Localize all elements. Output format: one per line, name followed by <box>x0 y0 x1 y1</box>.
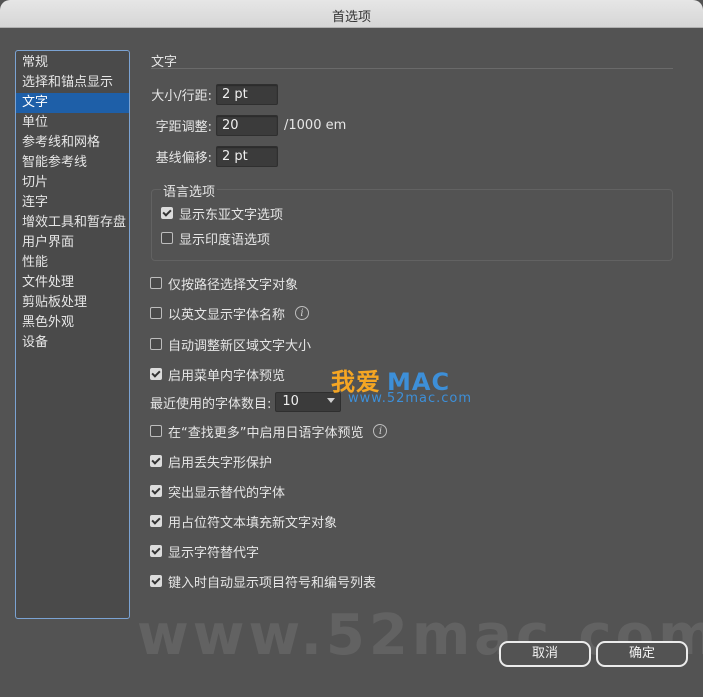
sidebar-item-plugins-scratch[interactable]: 增效工具和暂存盘 <box>16 213 129 233</box>
path-select-checkbox[interactable] <box>150 277 162 289</box>
section-divider <box>151 68 673 69</box>
language-options-group <box>151 189 673 261</box>
title-bar[interactable]: 首选项 <box>0 0 703 28</box>
missing-glyph-option[interactable]: 启用丢失字形保护 <box>150 451 272 471</box>
auto-resize-label: 自动调整新区域文字大小 <box>168 338 312 354</box>
english-font-names-label: 以英文显示字体名称 <box>168 307 286 323</box>
menu-preview-label: 启用菜单内字体预览 <box>168 368 286 384</box>
chevron-down-icon <box>327 398 336 403</box>
baseline-shift-label: 基线偏移: <box>155 150 212 166</box>
missing-glyph-label: 启用丢失字形保护 <box>168 455 273 471</box>
info-icon[interactable]: i <box>373 424 388 438</box>
auto-bullets-option[interactable]: 键入时自动显示项目符号和编号列表 <box>150 571 376 591</box>
show-east-asian-label: 显示东亚文字选项 <box>179 207 284 223</box>
recent-fonts-value: 10 <box>282 394 299 409</box>
find-more-jp-option[interactable]: 在“查找更多”中启用日语字体预览 i <box>150 421 388 441</box>
sidebar-item-selection-anchor[interactable]: 选择和锚点显示 <box>16 73 129 93</box>
fill-placeholder-option[interactable]: 用占位符文本填充新文字对象 <box>150 511 337 531</box>
watermark-url: www.52mac.com <box>348 391 473 406</box>
sidebar-item-guides-grid[interactable]: 参考线和网格 <box>16 133 129 153</box>
english-font-names-checkbox[interactable] <box>150 307 162 319</box>
english-font-names-option[interactable]: 以英文显示字体名称 i <box>150 303 310 323</box>
baseline-shift-row: 基线偏移: 2 pt <box>149 145 278 167</box>
show-alternates-checkbox[interactable] <box>150 545 162 557</box>
auto-resize-checkbox[interactable] <box>150 338 162 350</box>
show-indic-checkbox[interactable] <box>161 232 173 244</box>
tracking-unit: /1000 em <box>284 117 347 133</box>
sidebar-item-file-handling[interactable]: 文件处理 <box>16 273 129 293</box>
show-east-asian-checkbox[interactable] <box>161 207 173 219</box>
menu-preview-option[interactable]: 启用菜单内字体预览 <box>150 364 285 384</box>
auto-bullets-label: 键入时自动显示项目符号和编号列表 <box>168 575 377 591</box>
sidebar-item-performance[interactable]: 性能 <box>16 253 129 273</box>
fill-placeholder-checkbox[interactable] <box>150 515 162 527</box>
path-select-label: 仅按路径选择文字对象 <box>168 277 299 293</box>
size-leading-input[interactable]: 2 pt <box>216 83 278 105</box>
sidebar-item-clipboard[interactable]: 剪贴板处理 <box>16 293 129 313</box>
highlight-substituted-checkbox[interactable] <box>150 485 162 497</box>
show-east-asian-option[interactable]: 显示东亚文字选项 <box>161 203 283 223</box>
sidebar-item-slices[interactable]: 切片 <box>16 173 129 193</box>
info-icon[interactable]: i <box>295 306 310 320</box>
show-alternates-label: 显示字符替代字 <box>168 545 260 561</box>
cancel-button[interactable]: 取消 <box>499 641 591 667</box>
sidebar-item-hyphenation[interactable]: 连字 <box>16 193 129 213</box>
window-title: 首选项 <box>331 10 371 25</box>
category-sidebar[interactable]: 常规 选择和锚点显示 文字 单位 参考线和网格 智能参考线 切片 连字 增效工具… <box>15 50 130 619</box>
sidebar-item-devices[interactable]: 设备 <box>16 333 129 353</box>
auto-bullets-checkbox[interactable] <box>150 575 162 587</box>
path-select-option[interactable]: 仅按路径选择文字对象 <box>150 273 298 293</box>
sidebar-item-type[interactable]: 文字 <box>16 93 129 113</box>
tracking-input[interactable]: 20 <box>216 114 278 136</box>
tracking-label: 字距调整: <box>155 119 212 135</box>
size-leading-row: 大小/行距: 2 pt <box>149 83 278 105</box>
sidebar-item-units[interactable]: 单位 <box>16 113 129 133</box>
fill-placeholder-label: 用占位符文本填充新文字对象 <box>168 515 338 531</box>
sidebar-item-user-interface[interactable]: 用户界面 <box>16 233 129 253</box>
sidebar-item-smart-guides[interactable]: 智能参考线 <box>16 153 129 173</box>
missing-glyph-checkbox[interactable] <box>150 455 162 467</box>
sidebar-item-general[interactable]: 常规 <box>16 53 129 73</box>
find-more-jp-checkbox[interactable] <box>150 425 162 437</box>
size-leading-label: 大小/行距: <box>151 88 212 104</box>
ok-button[interactable]: 确定 <box>596 641 688 667</box>
highlight-substituted-label: 突出显示替代的字体 <box>168 485 286 501</box>
show-indic-option[interactable]: 显示印度语选项 <box>161 228 270 248</box>
tracking-row: 字距调整: 20 /1000 em <box>149 114 346 136</box>
sidebar-item-black-appearance[interactable]: 黑色外观 <box>16 313 129 333</box>
recent-fonts-row: 最近使用的字体数目: 10 <box>150 392 342 412</box>
highlight-substituted-option[interactable]: 突出显示替代的字体 <box>150 481 285 501</box>
language-options-title: 语言选项 <box>161 181 218 200</box>
recent-fonts-label: 最近使用的字体数目: <box>150 396 272 412</box>
auto-resize-option[interactable]: 自动调整新区域文字大小 <box>150 334 311 354</box>
find-more-jp-label: 在“查找更多”中启用日语字体预览 <box>168 425 364 441</box>
baseline-shift-input[interactable]: 2 pt <box>216 145 278 167</box>
menu-preview-checkbox[interactable] <box>150 368 162 380</box>
show-indic-label: 显示印度语选项 <box>179 232 271 248</box>
show-alternates-option[interactable]: 显示字符替代字 <box>150 541 259 561</box>
